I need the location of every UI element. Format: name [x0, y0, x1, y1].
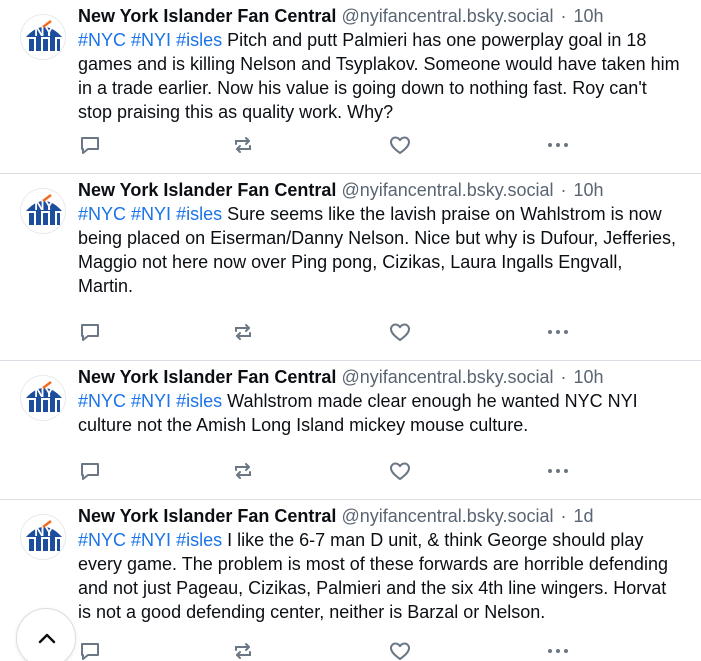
reply-button[interactable] — [78, 639, 102, 661]
heart-outline-icon — [388, 459, 412, 483]
ellipsis-icon — [546, 459, 570, 483]
repost-arrows-icon — [231, 639, 255, 661]
hashtag-link[interactable]: #NYI — [131, 204, 171, 224]
post-text: #NYC #NYI #isles I like the 6-7 man D un… — [78, 528, 681, 624]
separator: · — [560, 506, 567, 526]
post-header: New York Islander Fan Central @nyifancen… — [78, 4, 681, 28]
ellipsis-icon — [546, 133, 570, 157]
reply-button[interactable] — [78, 459, 102, 483]
post-actions — [78, 639, 701, 661]
post-actions — [78, 320, 701, 344]
more-options-button[interactable] — [546, 459, 570, 483]
hashtag-link[interactable]: #NYC — [78, 391, 126, 411]
heart-outline-icon — [388, 133, 412, 157]
avatar[interactable]: NY — [20, 14, 66, 60]
post-actions — [78, 459, 701, 483]
post-text: #NYC #NYI #isles Wahlstrom made clear en… — [78, 389, 681, 437]
repost-button[interactable] — [231, 459, 255, 483]
hashtag-link[interactable]: #isles — [176, 30, 222, 50]
hashtag-link[interactable]: #NYI — [131, 391, 171, 411]
repost-arrows-icon — [231, 133, 255, 157]
ellipsis-icon — [546, 639, 570, 661]
speech-bubble-icon — [78, 459, 102, 483]
heart-outline-icon — [388, 639, 412, 661]
hashtag-link[interactable]: #isles — [176, 391, 222, 411]
display-name[interactable]: New York Islander Fan Central — [78, 506, 336, 526]
handle[interactable]: @nyifancentral.bsky.social — [341, 6, 553, 26]
avatar[interactable]: NY — [20, 188, 66, 234]
timestamp[interactable]: 1d — [574, 506, 594, 526]
avatar[interactable]: NY — [20, 375, 66, 421]
repost-button[interactable] — [231, 133, 255, 157]
repost-button[interactable] — [231, 320, 255, 344]
separator: · — [560, 6, 567, 26]
hashtag-link[interactable]: #NYC — [78, 530, 126, 550]
like-button[interactable] — [388, 639, 412, 661]
post-header: New York Islander Fan Central @nyifancen… — [78, 365, 681, 389]
heart-outline-icon — [388, 320, 412, 344]
hashtag-link[interactable]: #NYI — [131, 530, 171, 550]
more-options-button[interactable] — [546, 320, 570, 344]
post-header: New York Islander Fan Central @nyifancen… — [78, 178, 681, 202]
handle[interactable]: @nyifancentral.bsky.social — [341, 367, 553, 387]
separator: · — [560, 367, 567, 387]
post[interactable]: NY New York Islander Fan Central @nyifanc… — [0, 500, 701, 661]
handle[interactable]: @nyifancentral.bsky.social — [341, 506, 553, 526]
handle[interactable]: @nyifancentral.bsky.social — [341, 180, 553, 200]
timestamp[interactable]: 10h — [574, 180, 604, 200]
scroll-to-top-button[interactable] — [16, 608, 76, 661]
reply-button[interactable] — [78, 133, 102, 157]
post[interactable]: NY New York Islander Fan Central @nyifanc… — [0, 361, 701, 500]
separator: · — [560, 180, 567, 200]
post[interactable]: NY New York Islander Fan Central @nyifanc… — [0, 0, 701, 174]
post-header: New York Islander Fan Central @nyifancen… — [78, 504, 681, 528]
hashtag-link[interactable]: #isles — [176, 530, 222, 550]
hashtag-link[interactable]: #NYI — [131, 30, 171, 50]
more-options-button[interactable] — [546, 639, 570, 661]
like-button[interactable] — [388, 133, 412, 157]
post-text: #NYC #NYI #isles Pitch and putt Palmieri… — [78, 28, 681, 124]
hashtag-link[interactable]: #NYC — [78, 30, 126, 50]
display-name[interactable]: New York Islander Fan Central — [78, 367, 336, 387]
repost-arrows-icon — [231, 320, 255, 344]
ellipsis-icon — [546, 320, 570, 344]
display-name[interactable]: New York Islander Fan Central — [78, 6, 336, 26]
timestamp[interactable]: 10h — [574, 367, 604, 387]
post-text: #NYC #NYI #isles Sure seems like the lav… — [78, 202, 681, 298]
like-button[interactable] — [388, 320, 412, 344]
avatar[interactable]: NY — [20, 514, 66, 560]
timestamp[interactable]: 10h — [574, 6, 604, 26]
hashtag-link[interactable]: #NYC — [78, 204, 126, 224]
repost-button[interactable] — [231, 639, 255, 661]
speech-bubble-icon — [78, 320, 102, 344]
speech-bubble-icon — [78, 639, 102, 661]
reply-button[interactable] — [78, 320, 102, 344]
speech-bubble-icon — [78, 133, 102, 157]
post-actions — [78, 133, 701, 157]
post[interactable]: NY New York Islander Fan Central @nyifanc… — [0, 174, 701, 361]
more-options-button[interactable] — [546, 133, 570, 157]
display-name[interactable]: New York Islander Fan Central — [78, 180, 336, 200]
like-button[interactable] — [388, 459, 412, 483]
repost-arrows-icon — [231, 459, 255, 483]
chevron-up-icon — [38, 633, 56, 644]
hashtag-link[interactable]: #isles — [176, 204, 222, 224]
